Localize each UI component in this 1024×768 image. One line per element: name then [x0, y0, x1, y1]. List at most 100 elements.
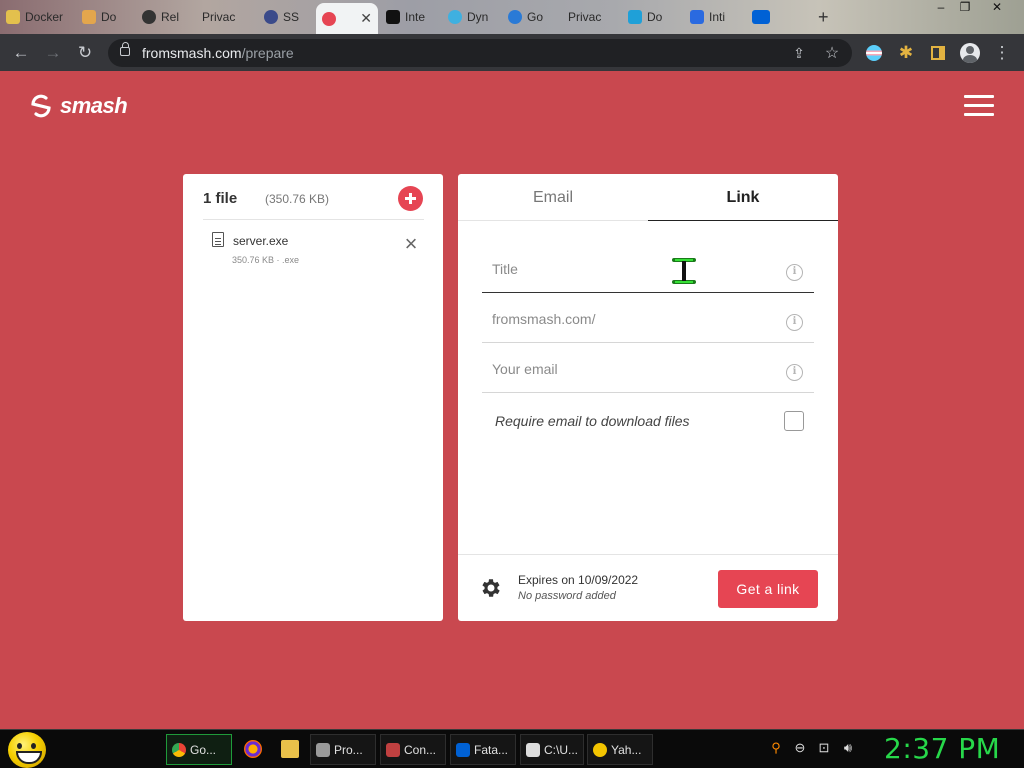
tab-label: Inte — [405, 10, 426, 24]
reload-icon[interactable]: ↻ — [74, 42, 96, 64]
browser-tab[interactable]: Inti — [684, 4, 744, 30]
browser-tab[interactable]: Rel — [136, 4, 192, 30]
browser-tab[interactable]: Do — [76, 4, 132, 30]
browser-tab[interactable]: SS — [258, 4, 312, 30]
box-icon — [456, 742, 470, 757]
title-info-icon[interactable]: i — [786, 264, 803, 281]
tab-favicon-icon — [6, 10, 20, 24]
require-email-checkbox[interactable] — [784, 411, 804, 431]
github-icon — [142, 10, 156, 24]
hamburger-menu-icon[interactable] — [964, 95, 994, 117]
app-icon — [386, 742, 400, 757]
task-label: Con... — [404, 742, 437, 757]
require-email-label: Require email to download files — [495, 413, 690, 429]
taskbar-task-chrome[interactable]: Go... — [166, 734, 232, 765]
box-favicon-icon — [752, 10, 770, 24]
tab-link[interactable]: Link — [648, 174, 838, 221]
search-icon[interactable]: ⚲ — [768, 740, 784, 756]
taskbar-task-con[interactable]: Con... — [380, 734, 446, 765]
maximize-icon[interactable]: ❐ — [954, 0, 976, 16]
browser-tab-active[interactable]: ✕ — [316, 3, 378, 34]
app-icon — [316, 742, 330, 757]
close-tab-icon[interactable]: ✕ — [360, 10, 372, 27]
password-status-text: No password added — [518, 590, 616, 602]
expiry-date-text: Expires on 10/09/2022 — [518, 573, 639, 587]
files-header: 1 file (350.76 KB) — [203, 186, 424, 220]
browser-tab[interactable]: Privac — [196, 4, 254, 30]
custom-url-input[interactable] — [492, 311, 772, 327]
smash-page: smash 1 file (350.76 KB) server.exe 350.… — [0, 71, 1024, 729]
smash-favicon-icon — [322, 11, 336, 26]
files-count: 1 file — [203, 190, 238, 207]
text-cursor-icon — [672, 258, 696, 284]
smash-logo[interactable]: smash — [28, 93, 128, 119]
taskbar-clock[interactable]: 2:37 PM — [884, 732, 1000, 765]
chrome-icon — [172, 742, 186, 757]
tab-label: SS — [283, 10, 300, 24]
title-input[interactable] — [492, 261, 772, 277]
file-meta: 350.76 KB · .exe — [232, 255, 300, 265]
minus-circle-icon[interactable]: ⊖ — [792, 740, 808, 756]
bookmark-star-icon[interactable]: ☆ — [821, 42, 843, 64]
task-label: C:\U... — [544, 742, 579, 757]
tab-email[interactable]: Email — [458, 174, 648, 221]
browser-tab[interactable]: Do — [622, 4, 682, 30]
browser-tab[interactable]: Dyn — [442, 4, 500, 30]
browser-menu-icon[interactable]: ⋮ — [991, 42, 1013, 64]
back-icon[interactable]: ← — [10, 42, 32, 64]
task-label: Yah... — [611, 742, 642, 757]
smash-logo-text: smash — [60, 93, 128, 118]
url-path: /prepare — [241, 45, 294, 61]
task-label: Fata... — [474, 742, 509, 757]
tab-favicon-icon — [82, 10, 96, 24]
lock-icon — [120, 42, 130, 56]
gear-icon[interactable] — [478, 576, 502, 600]
url-info-icon[interactable]: i — [786, 314, 803, 331]
browser-tab[interactable]: Inte — [380, 4, 440, 30]
sidepanel-icon[interactable] — [927, 42, 949, 64]
email-info-icon[interactable]: i — [786, 364, 803, 381]
account-avatar-icon[interactable] — [959, 42, 981, 64]
network-icon[interactable]: ⊡ — [816, 740, 832, 756]
get-link-button[interactable]: Get a link — [718, 570, 818, 608]
tab-label: Rel — [161, 10, 180, 24]
email-field: i — [482, 348, 814, 393]
browser-tab[interactable] — [746, 4, 808, 30]
firefox-icon[interactable] — [244, 740, 262, 758]
tab-label: Dyn — [467, 10, 489, 24]
close-window-icon[interactable]: ✕ — [986, 0, 1008, 16]
profile-flag-icon[interactable] — [863, 42, 885, 64]
folder-icon[interactable] — [281, 740, 299, 758]
volume-icon[interactable]: 🔊︎ — [840, 740, 856, 756]
your-email-input[interactable] — [492, 361, 772, 377]
taskbar-task-7zip[interactable]: C:\U... — [520, 734, 584, 765]
task-label: Pro... — [334, 742, 363, 757]
share-icon[interactable]: ⇪ — [788, 42, 810, 64]
browser-tab[interactable]: Docker — [0, 4, 76, 30]
browser-tab-strip: Docker Do Rel Privac SS ✕ Inte Dyn Go Pr… — [0, 0, 1024, 34]
task-label: Go... — [190, 742, 217, 757]
os-taskbar: Go... Pro... Con... Fata... C:\U... Yah.… — [0, 729, 1024, 768]
form-footer: Expires on 10/09/2022 No password added … — [458, 554, 838, 621]
address-bar[interactable]: fromsmash.com/prepare ⇪ ☆ — [108, 39, 852, 67]
minimize-icon[interactable]: – — [930, 0, 952, 16]
edge-favicon-icon — [508, 10, 522, 24]
tab-label: Do — [647, 10, 663, 24]
browser-tab[interactable]: Privac — [562, 4, 620, 30]
extensions-icon[interactable]: ✱ — [895, 42, 917, 64]
tab-favicon-icon — [264, 10, 278, 24]
new-tab-button[interactable]: + — [812, 4, 840, 30]
browser-tab[interactable]: Go — [502, 4, 560, 30]
url-text[interactable]: fromsmash.com/prepare — [142, 45, 294, 61]
taskbar-task-pro[interactable]: Pro... — [310, 734, 376, 765]
tab-label: Privac — [202, 10, 236, 24]
forward-icon[interactable]: → — [42, 42, 64, 64]
tab-label: Privac — [568, 10, 602, 24]
taskbar-task-yahoo[interactable]: Yah... — [587, 734, 653, 765]
remove-file-icon[interactable]: × — [401, 233, 421, 255]
tab-label: Docker — [25, 10, 64, 24]
add-files-button[interactable] — [398, 186, 423, 211]
browser-toolbar: ← → ↻ fromsmash.com/prepare ⇪ ☆ ✱ ⋮ — [0, 34, 1024, 71]
taskbar-task-box[interactable]: Fata... — [450, 734, 516, 765]
start-smiley-icon[interactable] — [8, 732, 46, 768]
